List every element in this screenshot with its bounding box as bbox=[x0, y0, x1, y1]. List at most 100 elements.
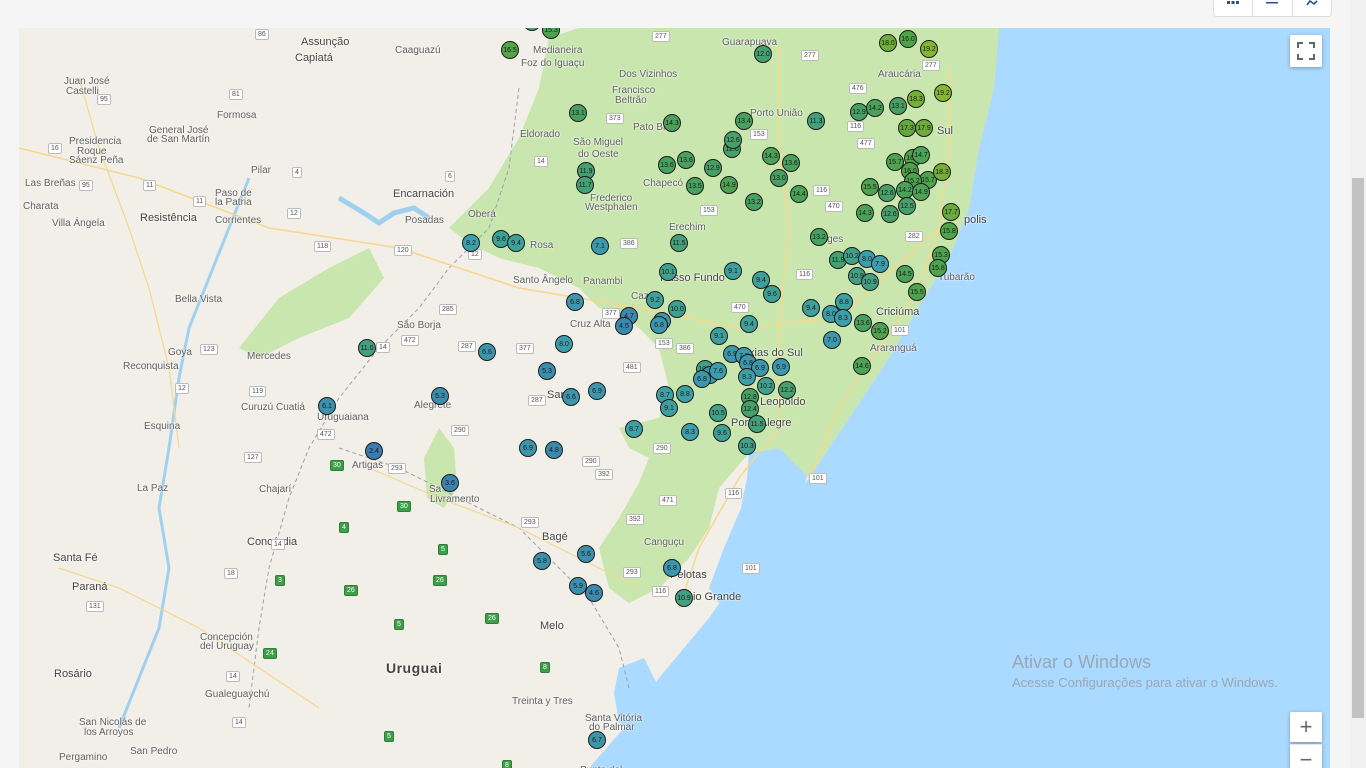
scrollbar-thumb[interactable] bbox=[1352, 178, 1364, 718]
station-marker[interactable]: 14.6 bbox=[853, 357, 871, 375]
station-marker[interactable]: 10.1 bbox=[659, 263, 677, 281]
station-marker[interactable]: 13.6 bbox=[658, 156, 676, 174]
station-marker[interactable]: 13.6 bbox=[782, 154, 800, 172]
station-marker[interactable]: 6.9 bbox=[772, 358, 790, 376]
station-marker[interactable]: 6.7 bbox=[588, 731, 606, 749]
station-marker[interactable]: 9.1 bbox=[660, 399, 678, 417]
station-marker[interactable]: 10.2 bbox=[757, 377, 775, 395]
station-marker[interactable]: 13.2 bbox=[810, 228, 828, 246]
station-marker[interactable]: 13.1 bbox=[889, 97, 907, 115]
map-canvas[interactable]: Assunção Capiatá Caaguazú Medianeira Foz do … bbox=[19, 28, 1330, 768]
station-marker[interactable]: 11.5 bbox=[748, 415, 766, 433]
station-marker[interactable]: 15.8 bbox=[940, 222, 958, 240]
station-marker[interactable]: 18.3 bbox=[933, 163, 951, 181]
station-marker[interactable]: 14.5 bbox=[896, 265, 914, 283]
station-marker[interactable]: 12.6 bbox=[881, 205, 899, 223]
station-marker[interactable]: 18.3 bbox=[907, 90, 925, 108]
station-marker[interactable]: 8.3 bbox=[834, 309, 852, 327]
station-marker[interactable]: 12.5 bbox=[898, 197, 916, 215]
station-marker[interactable]: 14.3 bbox=[762, 147, 780, 165]
station-marker[interactable]: 11.5 bbox=[670, 234, 688, 252]
station-marker[interactable]: 5.6 bbox=[577, 545, 595, 563]
station-marker[interactable]: 7.0 bbox=[823, 331, 841, 349]
station-marker[interactable]: 13.0 bbox=[770, 169, 788, 187]
station-marker[interactable]: 12.2 bbox=[778, 381, 796, 399]
station-marker[interactable]: 6.1 bbox=[318, 397, 336, 415]
station-marker[interactable]: 6.9 bbox=[588, 382, 606, 400]
station-marker[interactable]: 10.5 bbox=[709, 404, 727, 422]
station-marker[interactable]: 9.2 bbox=[646, 291, 664, 309]
station-marker[interactable]: 10.9 bbox=[861, 273, 879, 291]
station-marker[interactable]: 10.9 bbox=[675, 589, 693, 607]
station-marker[interactable]: 9.4 bbox=[802, 299, 820, 317]
station-marker[interactable]: 3.6 bbox=[441, 474, 459, 492]
station-marker[interactable]: 8.3 bbox=[738, 368, 756, 386]
station-marker[interactable]: 8.2 bbox=[462, 234, 480, 252]
station-marker[interactable]: 17.7 bbox=[942, 203, 960, 221]
station-marker[interactable]: 11.0 bbox=[358, 339, 376, 357]
station-marker[interactable]: 5.3 bbox=[538, 362, 556, 380]
station-marker[interactable]: 15.8 bbox=[929, 259, 947, 277]
station-marker[interactable]: 9.6 bbox=[763, 285, 781, 303]
station-marker[interactable]: 14.4 bbox=[790, 185, 808, 203]
station-marker[interactable]: 6.9 bbox=[519, 439, 537, 457]
station-marker[interactable]: 8.3 bbox=[681, 423, 699, 441]
station-marker[interactable]: 5.8 bbox=[533, 552, 551, 570]
station-marker[interactable]: 8.0 bbox=[555, 335, 573, 353]
station-marker[interactable]: 16.0 bbox=[899, 30, 917, 48]
station-marker[interactable]: 4.6 bbox=[585, 584, 603, 602]
station-marker[interactable]: 13.5 bbox=[686, 177, 704, 195]
station-marker[interactable]: 19.2 bbox=[934, 84, 952, 102]
station-marker[interactable]: 15.5 bbox=[908, 283, 926, 301]
station-marker[interactable]: 15.5 bbox=[861, 178, 879, 196]
grid-view-button[interactable] bbox=[1214, 0, 1252, 16]
station-marker[interactable]: 12.6 bbox=[724, 131, 742, 149]
station-marker[interactable]: 19.2 bbox=[920, 40, 938, 58]
station-marker[interactable]: 6.8 bbox=[650, 316, 668, 334]
station-marker[interactable]: 14.7 bbox=[912, 146, 930, 164]
station-marker[interactable]: 12.9 bbox=[704, 159, 722, 177]
station-marker[interactable]: 11.7 bbox=[576, 176, 594, 194]
station-marker[interactable]: 14.9 bbox=[720, 176, 738, 194]
page-scrollbar[interactable] bbox=[1350, 0, 1366, 768]
station-marker[interactable]: 9.4 bbox=[740, 315, 758, 333]
station-marker[interactable]: 4.8 bbox=[545, 441, 563, 459]
station-marker[interactable]: 7.9 bbox=[871, 255, 889, 273]
station-marker[interactable]: 12.6 bbox=[878, 184, 896, 202]
station-marker[interactable]: 10.3 bbox=[738, 437, 756, 455]
station-marker[interactable]: 9.1 bbox=[724, 262, 742, 280]
station-marker[interactable]: 13.6 bbox=[854, 314, 872, 332]
station-marker[interactable]: 6.8 bbox=[566, 293, 584, 311]
station-marker[interactable]: 17.3 bbox=[898, 119, 916, 137]
station-marker[interactable]: 9.1 bbox=[710, 327, 728, 345]
map-view-button[interactable] bbox=[1291, 0, 1331, 16]
station-marker[interactable]: 4.5 bbox=[615, 317, 633, 335]
station-marker[interactable]: 16.5 bbox=[501, 41, 519, 59]
station-marker[interactable]: 9.6 bbox=[713, 424, 731, 442]
station-marker[interactable]: 11.3 bbox=[807, 112, 825, 130]
station-marker[interactable]: 13.4 bbox=[735, 112, 753, 130]
fullscreen-button[interactable] bbox=[1290, 35, 1322, 67]
station-marker[interactable]: 7.1 bbox=[591, 237, 609, 255]
station-marker[interactable]: 7.6 bbox=[709, 362, 727, 380]
station-marker[interactable]: 6.6 bbox=[478, 343, 496, 361]
station-marker[interactable]: 14.2 bbox=[866, 99, 884, 117]
station-marker[interactable]: 6.6 bbox=[562, 388, 580, 406]
station-marker[interactable]: 14.3 bbox=[663, 114, 681, 132]
station-marker[interactable]: 18.0 bbox=[879, 34, 897, 52]
station-marker[interactable]: 6.8 bbox=[663, 559, 681, 577]
station-marker[interactable]: 5.3 bbox=[431, 387, 449, 405]
station-marker[interactable]: 8.8 bbox=[676, 385, 694, 403]
zoom-out-button[interactable]: − bbox=[1290, 744, 1322, 768]
station-marker[interactable]: 13.2 bbox=[745, 193, 763, 211]
station-marker[interactable]: 15.2 bbox=[871, 322, 889, 340]
station-marker[interactable]: 14.3 bbox=[856, 204, 874, 222]
station-marker[interactable]: 12.0 bbox=[754, 45, 772, 63]
station-marker[interactable]: 9.4 bbox=[507, 234, 525, 252]
station-marker[interactable]: 13.1 bbox=[569, 104, 587, 122]
station-marker[interactable]: 6.8 bbox=[693, 370, 711, 388]
station-marker[interactable]: 13.6 bbox=[677, 151, 695, 169]
station-marker[interactable]: 14.9 bbox=[912, 183, 930, 201]
station-marker[interactable]: 17.9 bbox=[915, 119, 933, 137]
station-marker[interactable]: 2.4 bbox=[365, 442, 383, 460]
